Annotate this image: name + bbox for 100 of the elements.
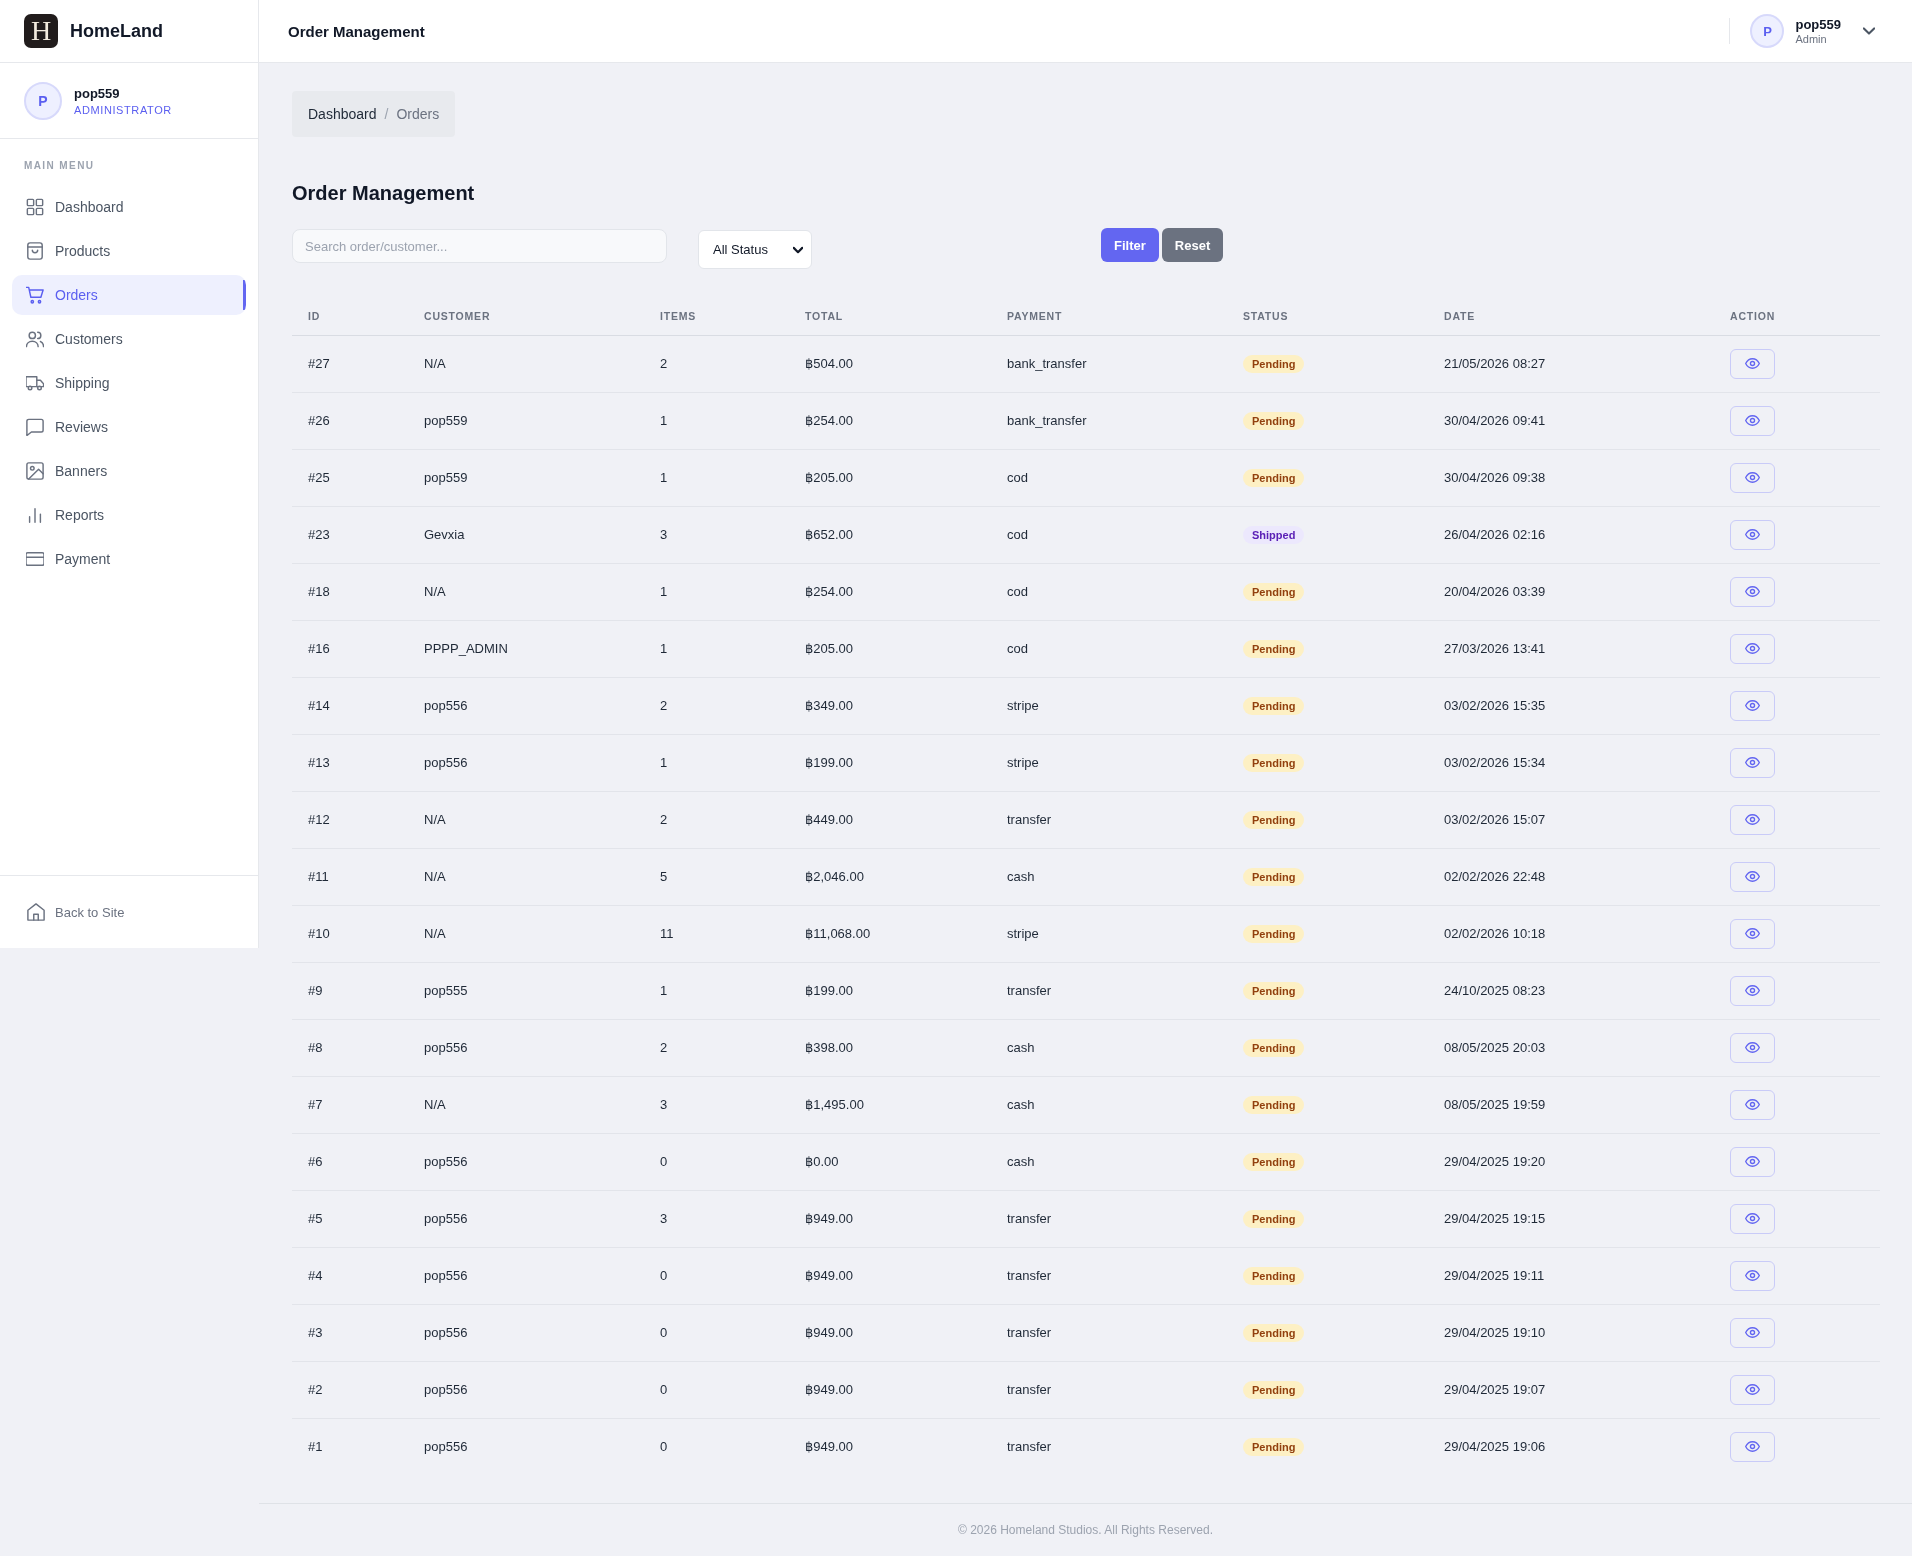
- user-role: ADMINISTRATOR: [74, 103, 172, 116]
- menu-section-label: MAIN MENU: [23, 159, 96, 171]
- order-id-cell: #1: [292, 1418, 408, 1475]
- payment-cell: cash: [991, 848, 1227, 905]
- total-cell: ฿949.00: [789, 1247, 991, 1304]
- sidebar-item[interactable]: Customers: [12, 319, 246, 359]
- order-id-cell: #4: [292, 1247, 408, 1304]
- items-cell: 1: [644, 563, 789, 620]
- status-badge: Pending: [1243, 1095, 1305, 1114]
- date-cell: 26/04/2026 02:16: [1428, 506, 1714, 563]
- credit-card-icon: [26, 550, 44, 568]
- view-button[interactable]: [1730, 1431, 1775, 1462]
- date-cell: 29/04/2025 19:20: [1428, 1133, 1714, 1190]
- user-name: pop559: [1795, 17, 1841, 32]
- order-id-cell: #25: [292, 449, 408, 506]
- sidebar-item[interactable]: Products: [12, 231, 246, 271]
- view-button[interactable]: [1730, 633, 1775, 664]
- status-badge: Pending: [1243, 354, 1305, 373]
- copyright-text: © 2026 Homeland Studios. All Rights Reserved.: [958, 1523, 1213, 1537]
- items-cell: 0: [644, 1247, 789, 1304]
- chevron-down-icon[interactable]: [1863, 25, 1875, 37]
- date-cell: 02/02/2026 10:18: [1428, 905, 1714, 962]
- breadcrumb-link[interactable]: Dashboard: [308, 106, 377, 122]
- view-button[interactable]: [1730, 519, 1775, 550]
- breadcrumb-separator: /: [384, 106, 389, 122]
- view-button[interactable]: [1730, 918, 1775, 949]
- order-id-cell: #18: [292, 563, 408, 620]
- view-button[interactable]: [1730, 1089, 1775, 1120]
- view-button[interactable]: [1730, 1032, 1775, 1063]
- home-icon: [27, 903, 45, 921]
- view-button[interactable]: [1730, 975, 1775, 1006]
- sidebar-item[interactable]: Banners: [12, 451, 246, 491]
- column-header: ACTION: [1714, 297, 1880, 335]
- sidebar-item[interactable]: Payment: [12, 539, 246, 579]
- view-button[interactable]: [1730, 348, 1775, 379]
- eye-icon: [1745, 983, 1760, 998]
- order-id-cell: #6: [292, 1133, 408, 1190]
- sidebar-item[interactable]: Dashboard: [12, 187, 246, 227]
- items-cell: 0: [644, 1133, 789, 1190]
- order-id-cell: #7: [292, 1076, 408, 1133]
- customer-cell: pop555: [408, 962, 644, 1019]
- date-cell: 08/05/2025 19:59: [1428, 1076, 1714, 1133]
- eye-icon: [1745, 869, 1760, 884]
- view-button[interactable]: [1730, 1374, 1775, 1405]
- customer-cell: pop556: [408, 1247, 644, 1304]
- view-button[interactable]: [1730, 861, 1775, 892]
- status-badge: Pending: [1243, 981, 1305, 1000]
- total-cell: ฿349.00: [789, 677, 991, 734]
- customer-cell: pop559: [408, 449, 644, 506]
- status-badge: Pending: [1243, 1209, 1305, 1228]
- items-cell: 0: [644, 1304, 789, 1361]
- view-button[interactable]: [1730, 576, 1775, 607]
- view-button[interactable]: [1730, 747, 1775, 778]
- order-id-cell: #8: [292, 1019, 408, 1076]
- eye-icon: [1745, 1097, 1760, 1112]
- date-cell: 29/04/2025 19:10: [1428, 1304, 1714, 1361]
- page-title: Order Management: [292, 181, 476, 205]
- items-cell: 1: [644, 734, 789, 791]
- search-field[interactable]: Search order/customer...: [292, 229, 667, 263]
- view-button[interactable]: [1730, 690, 1775, 721]
- items-cell: 1: [644, 449, 789, 506]
- customer-cell: N/A: [408, 905, 644, 962]
- customer-cell: pop556: [408, 1361, 644, 1418]
- caret-icon: [793, 244, 803, 255]
- view-button[interactable]: [1730, 804, 1775, 835]
- eye-icon: [1745, 1439, 1760, 1455]
- status-badge: Pending: [1243, 924, 1305, 943]
- view-button[interactable]: [1730, 1146, 1775, 1177]
- status-select[interactable]: All Status: [698, 230, 812, 269]
- sidebar-item[interactable]: Reports: [12, 495, 246, 535]
- filter-button[interactable]: Filter: [1101, 228, 1159, 262]
- order-id-cell: #3: [292, 1304, 408, 1361]
- payment-cell: cod: [991, 563, 1227, 620]
- brand-logo: H: [24, 14, 58, 48]
- order-id-cell: #13: [292, 734, 408, 791]
- date-cell: 03/02/2026 15:34: [1428, 734, 1714, 791]
- view-button[interactable]: [1730, 1260, 1775, 1291]
- date-cell: 29/04/2025 19:07: [1428, 1361, 1714, 1418]
- view-button[interactable]: [1730, 1203, 1775, 1234]
- column-header: CUSTOMER: [408, 297, 644, 335]
- user-avatar[interactable]: P: [1750, 14, 1785, 48]
- back-to-site-link[interactable]: Back to Site: [27, 903, 125, 921]
- date-cell: 30/04/2026 09:38: [1428, 449, 1714, 506]
- truck-icon: [26, 374, 44, 392]
- total-cell: ฿949.00: [789, 1418, 991, 1475]
- status-badge: Pending: [1243, 411, 1305, 430]
- view-button[interactable]: [1730, 462, 1775, 493]
- date-cell: 29/04/2025 19:15: [1428, 1190, 1714, 1247]
- sidebar-item[interactable]: Reviews: [12, 407, 246, 447]
- status-badge: Shipped: [1243, 525, 1305, 544]
- status-badge: Pending: [1243, 1152, 1305, 1171]
- sidebar-item[interactable]: Shipping: [12, 363, 246, 403]
- date-cell: 03/02/2026 15:35: [1428, 677, 1714, 734]
- view-button[interactable]: [1730, 1317, 1775, 1348]
- view-button[interactable]: [1730, 405, 1775, 436]
- status-badge: Pending: [1243, 1266, 1305, 1285]
- reset-button[interactable]: Reset: [1161, 228, 1224, 262]
- total-cell: ฿0.00: [789, 1133, 991, 1190]
- sidebar-item[interactable]: Orders: [12, 275, 246, 315]
- items-cell: 3: [644, 506, 789, 563]
